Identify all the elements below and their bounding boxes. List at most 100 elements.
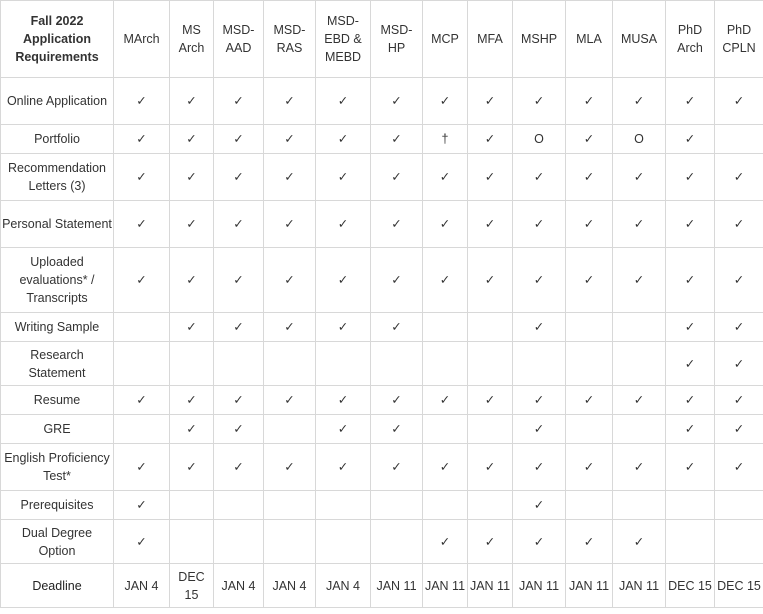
requirement-cell <box>467 414 513 444</box>
requirement-cell <box>370 519 423 564</box>
requirement-cell <box>565 490 613 520</box>
requirement-cell <box>467 312 513 342</box>
requirement-cell <box>565 341 613 386</box>
requirement-cell: ✓ <box>169 443 214 491</box>
requirement-cell: ✓ <box>113 247 170 313</box>
deadline-cell: JAN 11 <box>612 563 666 608</box>
requirement-cell: ✓ <box>113 77 170 125</box>
row-label[interactable]: Personal Statement <box>0 200 114 248</box>
deadline-cell: DEC 15 <box>169 563 214 608</box>
requirement-cell: ✓ <box>422 443 468 491</box>
row-label[interactable]: Writing Sample <box>0 312 114 342</box>
requirement-cell: ✓ <box>169 385 214 415</box>
requirement-cell <box>169 519 214 564</box>
requirement-cell: ✓ <box>565 443 613 491</box>
requirement-cell <box>263 519 316 564</box>
requirement-cell <box>263 414 316 444</box>
requirement-cell: ✓ <box>512 153 566 201</box>
table-row: Portfolio ✓ ✓ ✓ ✓ ✓ ✓ † ✓ O ✓ O ✓ <box>0 124 763 154</box>
requirement-cell: ✓ <box>315 414 371 444</box>
requirement-cell: ✓ <box>213 312 264 342</box>
requirement-cell <box>113 341 170 386</box>
row-label[interactable]: Prerequisites <box>0 490 114 520</box>
requirement-cell <box>467 341 513 386</box>
requirement-cell: ✓ <box>370 124 423 154</box>
requirement-cell: ✓ <box>565 124 613 154</box>
requirement-cell: ✓ <box>714 443 763 491</box>
deadline-cell: JAN 4 <box>315 563 371 608</box>
row-label[interactable]: GRE <box>0 414 114 444</box>
row-label[interactable]: English Proficiency Test* <box>0 443 114 491</box>
requirement-cell: ✓ <box>263 77 316 125</box>
deadline-cell: JAN 11 <box>370 563 423 608</box>
requirement-cell: ✓ <box>612 200 666 248</box>
requirement-cell: ✓ <box>467 385 513 415</box>
row-label[interactable]: Resume <box>0 385 114 415</box>
requirement-cell: ✓ <box>263 124 316 154</box>
requirement-cell: ✓ <box>422 385 468 415</box>
requirement-cell: ✓ <box>714 414 763 444</box>
requirement-cell: ✓ <box>169 312 214 342</box>
row-label[interactable]: Dual Degree Option <box>0 519 114 564</box>
requirement-cell: ✓ <box>665 200 715 248</box>
requirement-cell: ✓ <box>467 124 513 154</box>
requirement-cell: ✓ <box>612 247 666 313</box>
requirement-cell: ✓ <box>422 200 468 248</box>
table-row: Online Application ✓ ✓ ✓ ✓ ✓ ✓ ✓ ✓ ✓ ✓ ✓ ✓ ✓ <box>0 77 763 125</box>
requirement-cell: ✓ <box>315 312 371 342</box>
table-row: Uploaded evaluations* / Transcripts ✓ ✓ ✓ ✓ ✓… <box>0 247 763 313</box>
requirement-cell: ✓ <box>714 77 763 125</box>
requirement-cell: ✓ <box>370 385 423 415</box>
requirement-cell <box>714 490 763 520</box>
requirement-cell: ✓ <box>315 77 371 125</box>
deadline-cell: JAN 11 <box>512 563 566 608</box>
requirement-cell <box>612 414 666 444</box>
row-label[interactable]: Research Statement <box>0 341 114 386</box>
requirement-cell: ✓ <box>467 200 513 248</box>
table-row: Prerequisites ✓ ✓ <box>0 490 763 520</box>
requirement-cell <box>422 490 468 520</box>
requirement-cell: ✓ <box>422 77 468 125</box>
requirement-cell <box>467 490 513 520</box>
requirement-cell <box>213 519 264 564</box>
deadline-label: Deadline <box>0 563 114 608</box>
deadline-cell: JAN 11 <box>565 563 613 608</box>
requirement-cell: ✓ <box>612 385 666 415</box>
row-label[interactable]: Online Application <box>0 77 114 125</box>
requirement-cell: ✓ <box>213 124 264 154</box>
requirement-cell: ✓ <box>169 414 214 444</box>
requirement-cell: ✓ <box>315 124 371 154</box>
requirement-cell: ✓ <box>612 443 666 491</box>
deadline-cell: JAN 11 <box>422 563 468 608</box>
requirement-cell: ✓ <box>512 490 566 520</box>
requirement-cell: ✓ <box>512 414 566 444</box>
deadline-cell: DEC 15 <box>665 563 715 608</box>
table-row: Research Statement ✓ ✓ <box>0 341 763 386</box>
row-label[interactable]: Portfolio <box>0 124 114 154</box>
row-label[interactable]: Recommendation Letters (3) <box>0 153 114 201</box>
requirement-cell <box>169 490 214 520</box>
requirement-cell: ✓ <box>665 153 715 201</box>
requirement-cell <box>665 490 715 520</box>
requirement-cell: † <box>422 124 468 154</box>
requirement-cell: ✓ <box>370 77 423 125</box>
requirement-cell <box>315 519 371 564</box>
requirement-cell: ✓ <box>213 443 264 491</box>
requirement-cell: ✓ <box>467 247 513 313</box>
requirement-cell: ✓ <box>665 124 715 154</box>
requirement-cell: ✓ <box>665 341 715 386</box>
requirement-cell: ✓ <box>512 247 566 313</box>
requirement-cell <box>512 341 566 386</box>
requirement-cell: ✓ <box>714 200 763 248</box>
requirement-cell: ✓ <box>315 247 371 313</box>
deadline-cell: JAN 4 <box>263 563 316 608</box>
table-row: Writing Sample ✓ ✓ ✓ ✓ ✓ ✓ ✓ ✓ <box>0 312 763 342</box>
deadline-cell: DEC 15 <box>714 563 763 608</box>
requirement-cell: O <box>512 124 566 154</box>
row-label[interactable]: Uploaded evaluations* / Transcripts <box>0 247 114 313</box>
requirement-cell <box>565 414 613 444</box>
requirement-cell: ✓ <box>263 443 316 491</box>
requirement-cell <box>113 312 170 342</box>
corner-label: Fall 2022 Application Requirements <box>0 0 114 78</box>
deadline-cell: JAN 4 <box>213 563 264 608</box>
